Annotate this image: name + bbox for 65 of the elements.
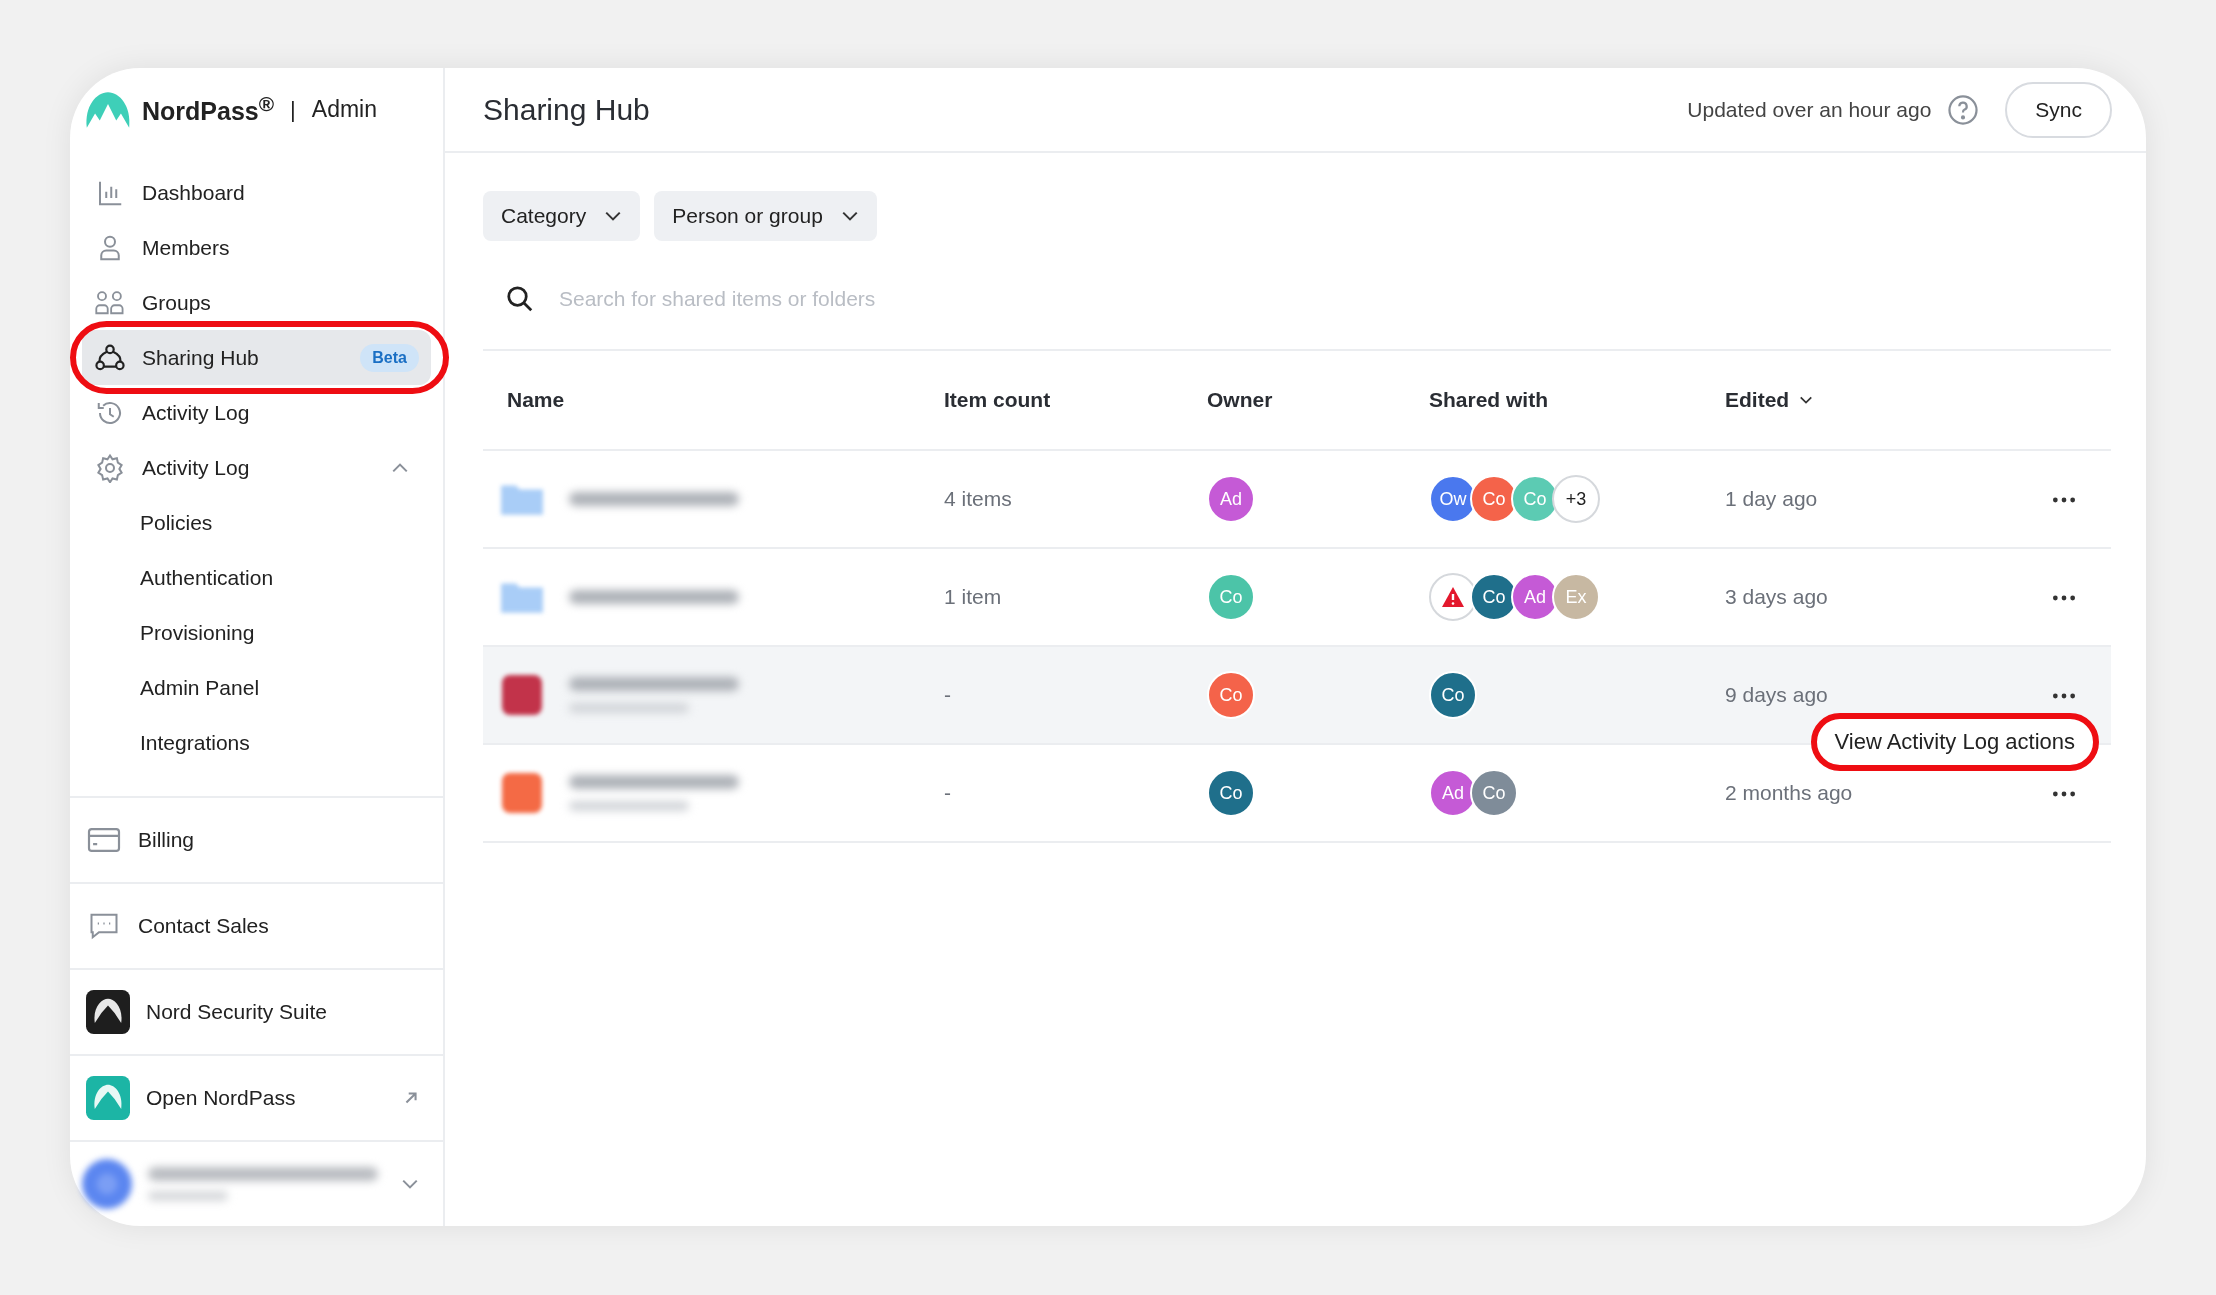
shared-avatar: Ex xyxy=(1552,573,1600,621)
page-title: Sharing Hub xyxy=(483,92,651,127)
logo-icon xyxy=(84,89,132,130)
owner-avatar: Ad xyxy=(1207,475,1255,523)
owner-avatar: Co xyxy=(1207,769,1255,817)
chevron-down-icon[interactable] xyxy=(401,1178,419,1190)
help-icon[interactable] xyxy=(1947,93,1980,126)
column-header[interactable]: Owner xyxy=(1207,388,1273,412)
sort-chevron-icon xyxy=(1799,395,1814,405)
column-header[interactable]: Name xyxy=(507,388,565,412)
nav-subitem[interactable]: Authentication xyxy=(82,550,431,605)
owner-avatar: Co xyxy=(1207,573,1255,621)
sidebar-link[interactable]: Billing xyxy=(70,796,443,882)
external-link-icon xyxy=(403,1090,419,1106)
sidebar-link[interactable]: Open NordPass xyxy=(70,1054,443,1140)
column-header[interactable]: Item count xyxy=(944,388,1051,412)
more-icon[interactable] xyxy=(2051,594,2077,602)
item-count: 1 item xyxy=(944,585,1002,608)
sidebar-link[interactable]: Nord Security Suite xyxy=(70,968,443,1054)
nav-item[interactable]: Groups xyxy=(82,275,431,330)
shared-avatar: Co xyxy=(1429,671,1477,719)
nav-item[interactable]: Sharing Hub Beta xyxy=(82,330,431,385)
nav-item[interactable]: Members xyxy=(82,220,431,275)
filter-dropdown[interactable]: Category xyxy=(483,191,641,241)
more-icon[interactable] xyxy=(2051,692,2077,700)
app-icon xyxy=(86,1076,130,1120)
card-icon xyxy=(86,825,122,855)
shared-avatar: Co xyxy=(1470,769,1518,817)
nav-item[interactable]: Dashboard xyxy=(82,165,431,220)
brand-section: Admin xyxy=(311,96,377,123)
item-count: 4 items xyxy=(944,487,1012,510)
nav-subitem[interactable]: Admin Panel xyxy=(82,660,431,715)
nav-subitem[interactable]: Provisioning xyxy=(82,605,431,660)
owner-avatar: Co xyxy=(1207,671,1255,719)
beta-badge: Beta xyxy=(360,343,419,372)
sidebar-link[interactable]: Contact Sales xyxy=(70,882,443,968)
edited-time: 1 day ago xyxy=(1725,487,1818,510)
column-header[interactable]: Shared with xyxy=(1429,388,1549,412)
filter-dropdown[interactable]: Person or group xyxy=(654,191,877,241)
nav-subitem[interactable]: Policies xyxy=(82,495,431,550)
edited-time: 9 days ago xyxy=(1725,683,1828,706)
sync-status: Updated over an hour ago xyxy=(1687,97,1932,122)
nav-item[interactable]: Activity Log xyxy=(82,440,431,495)
gear-icon xyxy=(94,452,126,483)
search-icon xyxy=(505,284,535,314)
more-count: +3 xyxy=(1552,475,1600,523)
more-icon[interactable] xyxy=(2051,496,2077,504)
more-icon[interactable] xyxy=(2051,790,2077,798)
edited-time: 2 months ago xyxy=(1725,781,1853,804)
chevron-down-icon xyxy=(604,210,623,222)
nav-subitem[interactable]: Integrations xyxy=(82,715,431,770)
share-nodes-icon xyxy=(94,342,126,373)
app-icon xyxy=(86,990,130,1034)
brand-separator: | xyxy=(290,96,296,123)
tooltip: View Activity Log actions xyxy=(1810,713,2099,771)
item-count: - xyxy=(944,683,951,706)
sync-button[interactable]: Sync xyxy=(2005,81,2112,138)
edited-time: 3 days ago xyxy=(1725,585,1828,608)
brand-name: NordPass$^{®}$ xyxy=(142,92,275,127)
nav-item[interactable]: Activity Log xyxy=(82,385,431,440)
table-row[interactable]: 4 items Ad Ow Co Co +3 1 day ago xyxy=(483,451,2111,549)
column-header[interactable]: Edited xyxy=(1725,388,1814,412)
item-count: - xyxy=(944,781,951,804)
search-field[interactable]: Search for shared items or folders xyxy=(557,286,2111,312)
chevron-down-icon xyxy=(840,210,859,222)
